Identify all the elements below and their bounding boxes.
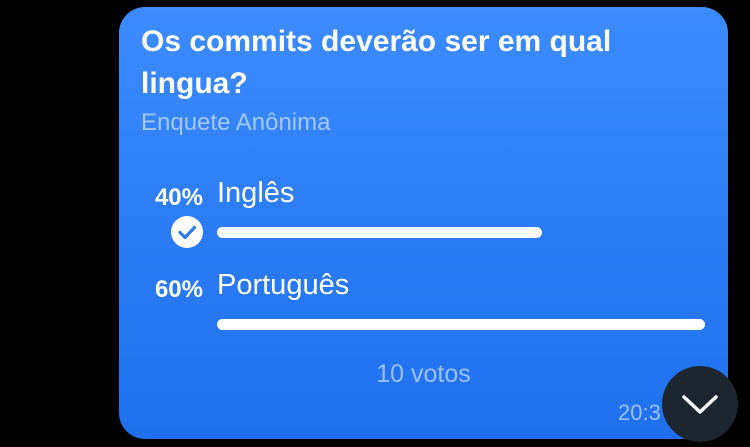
scroll-down-button[interactable] <box>662 366 738 442</box>
message-timestamp: 20:3 <box>618 400 661 425</box>
option-label: Inglês <box>217 177 295 209</box>
option-percent: 40% <box>154 184 203 211</box>
poll-message-bubble: Os commits deverão ser em qual lingua? E… <box>119 7 728 439</box>
chevron-down-icon <box>682 395 718 414</box>
option-result-bar <box>217 227 542 238</box>
option-result-bar <box>217 319 705 330</box>
option-percent: 60% <box>154 276 203 303</box>
option-label: Português <box>217 269 350 301</box>
poll-votes-count: 10 votos <box>376 360 471 388</box>
poll-question: Os commits deverão ser em qual lingua? <box>141 25 612 100</box>
check-icon <box>171 216 203 248</box>
poll-type-label: Enquete Anônima <box>141 109 331 136</box>
